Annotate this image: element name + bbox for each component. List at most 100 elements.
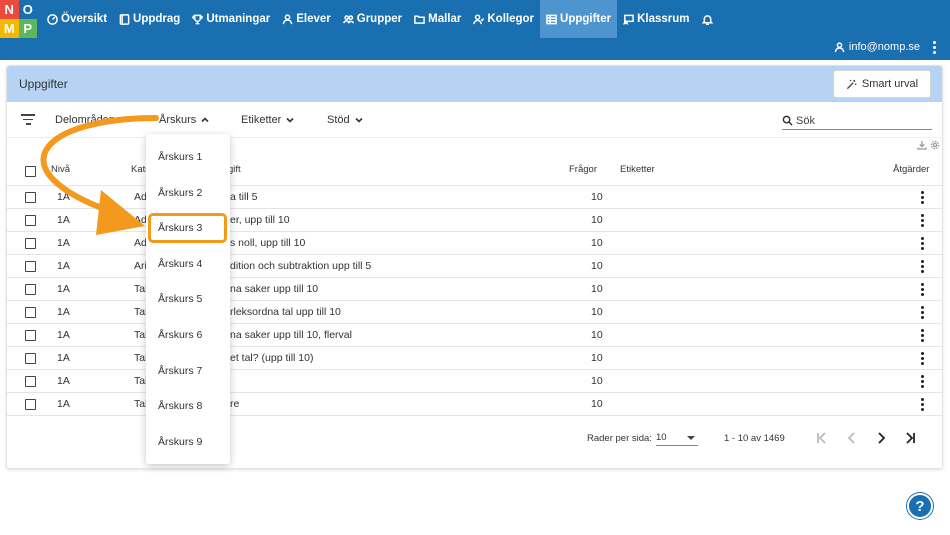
nav-uppgifter[interactable]: Uppgifter bbox=[540, 0, 618, 38]
cell-category: Ari bbox=[134, 260, 147, 272]
download-icon[interactable] bbox=[917, 140, 927, 150]
settings-icon[interactable] bbox=[930, 140, 940, 150]
filter-label: Delområden bbox=[55, 114, 115, 126]
cell-level: 1A bbox=[57, 237, 70, 249]
cell-level: 1A bbox=[57, 306, 70, 318]
cell-questions: 10 bbox=[591, 375, 603, 387]
row-actions-kebab-icon[interactable] bbox=[920, 352, 924, 366]
row-actions-kebab-icon[interactable] bbox=[920, 237, 924, 251]
top-navigation: N O M P Översikt Uppdrag Utmaningar Elev… bbox=[0, 0, 950, 38]
cell-task[interactable]: na saker upp till 10, flerval bbox=[230, 329, 352, 341]
select-all-checkbox[interactable] bbox=[25, 166, 36, 177]
nomp-logo[interactable]: N O M P bbox=[0, 0, 37, 38]
card-header: Uppgifter Smart urval bbox=[7, 66, 942, 102]
nav-oversikt[interactable]: Översikt bbox=[41, 0, 113, 38]
smart-selection-label: Smart urval bbox=[861, 78, 919, 90]
chevron-right-icon bbox=[878, 432, 886, 444]
dropdown-option[interactable]: Årskurs 1 bbox=[146, 142, 230, 172]
nav-elever[interactable]: Elever bbox=[276, 0, 337, 38]
cell-level: 1A bbox=[57, 352, 70, 364]
cell-task[interactable]: s noll, upp till 10 bbox=[230, 237, 305, 249]
row-checkbox[interactable] bbox=[25, 238, 36, 249]
row-checkbox[interactable] bbox=[25, 353, 36, 364]
classroom-icon bbox=[623, 14, 634, 25]
logo-letter-o: O bbox=[18, 0, 37, 19]
previous-page-button[interactable] bbox=[844, 430, 860, 446]
help-button[interactable]: ? bbox=[907, 493, 933, 519]
first-page-button[interactable] bbox=[814, 430, 830, 446]
filter-arskurs[interactable]: Årskurs bbox=[159, 114, 210, 126]
chevron-down-icon bbox=[286, 117, 294, 123]
cell-questions: 10 bbox=[591, 329, 603, 341]
filter-delomraden[interactable]: Delområden bbox=[55, 114, 129, 126]
row-checkbox[interactable] bbox=[25, 261, 36, 272]
cell-level: 1A bbox=[57, 398, 70, 410]
dropdown-option[interactable]: Årskurs 9 bbox=[146, 427, 230, 457]
dropdown-option[interactable]: Årskurs 5 bbox=[146, 284, 230, 314]
filter-label: Årskurs bbox=[159, 114, 197, 126]
row-actions-kebab-icon[interactable] bbox=[920, 214, 924, 228]
people-icon bbox=[342, 14, 354, 24]
cell-task[interactable]: na saker upp till 10 bbox=[230, 283, 318, 295]
row-checkbox[interactable] bbox=[25, 399, 36, 410]
cell-task[interactable]: dition och subtraktion upp till 5 bbox=[230, 260, 371, 272]
row-actions-kebab-icon[interactable] bbox=[920, 260, 924, 274]
magic-wand-icon bbox=[846, 79, 857, 89]
dropdown-option[interactable]: Årskurs 7 bbox=[146, 356, 230, 386]
row-checkbox[interactable] bbox=[25, 330, 36, 341]
row-checkbox[interactable] bbox=[25, 192, 36, 203]
nav-label: Klassrum bbox=[637, 13, 690, 25]
user-menu-kebab-icon[interactable] bbox=[930, 40, 938, 56]
header-level[interactable]: Nivå bbox=[51, 164, 70, 175]
cell-task[interactable]: re bbox=[230, 398, 239, 410]
nav-mallar[interactable]: Mallar bbox=[408, 0, 467, 38]
row-actions-kebab-icon[interactable] bbox=[920, 375, 924, 389]
row-actions-kebab-icon[interactable] bbox=[920, 398, 924, 412]
cell-task[interactable]: er, upp till 10 bbox=[230, 214, 290, 226]
header-questions[interactable]: Frågor bbox=[569, 164, 597, 175]
filter-etiketter[interactable]: Etiketter bbox=[241, 114, 295, 126]
nav-utmaningar[interactable]: Utmaningar bbox=[186, 0, 276, 38]
first-page-icon bbox=[817, 432, 826, 444]
nav-kollegor[interactable]: Kollegor bbox=[467, 0, 540, 38]
filter-lines-icon[interactable] bbox=[21, 114, 35, 126]
trophy-icon bbox=[192, 14, 204, 24]
next-page-button[interactable] bbox=[873, 430, 889, 446]
cell-questions: 10 bbox=[591, 398, 603, 410]
nav-uppdrag[interactable]: Uppdrag bbox=[113, 0, 186, 38]
nav-grupper[interactable]: Grupper bbox=[337, 0, 408, 38]
dropdown-option[interactable]: Årskurs 2 bbox=[146, 178, 230, 208]
cell-task[interactable]: rleksordna tal upp till 10 bbox=[230, 306, 341, 318]
cell-category: Ad bbox=[134, 214, 147, 226]
cell-questions: 10 bbox=[591, 352, 603, 364]
dropdown-option[interactable]: Årskurs 8 bbox=[146, 391, 230, 421]
nav-notifications[interactable] bbox=[696, 0, 719, 38]
nav-label: Uppdrag bbox=[133, 13, 181, 25]
search-input[interactable] bbox=[796, 114, 926, 127]
row-actions-kebab-icon[interactable] bbox=[920, 191, 924, 205]
rows-per-page-value: 10 bbox=[656, 432, 667, 443]
row-checkbox[interactable] bbox=[25, 215, 36, 226]
row-actions-kebab-icon[interactable] bbox=[920, 306, 924, 320]
smart-selection-button[interactable]: Smart urval bbox=[833, 70, 931, 98]
rows-per-page-select[interactable]: 10 bbox=[656, 432, 698, 446]
cell-task[interactable]: et tal? (upp till 10) bbox=[230, 352, 313, 364]
grid-icon bbox=[546, 14, 557, 24]
filter-stod[interactable]: Stöd bbox=[327, 114, 364, 126]
help-icon: ? bbox=[915, 497, 925, 515]
row-actions-kebab-icon[interactable] bbox=[920, 329, 924, 343]
row-checkbox[interactable] bbox=[25, 376, 36, 387]
user-account[interactable]: info@nomp.se bbox=[834, 41, 920, 53]
last-page-button[interactable] bbox=[902, 430, 918, 446]
dropdown-option[interactable]: Årskurs 4 bbox=[146, 249, 230, 279]
cell-level: 1A bbox=[57, 283, 70, 295]
cell-task[interactable]: a till 5 bbox=[230, 191, 257, 203]
nav-label: Översikt bbox=[61, 13, 108, 25]
nav-klassrum[interactable]: Klassrum bbox=[617, 0, 695, 38]
row-checkbox[interactable] bbox=[25, 284, 36, 295]
person-icon bbox=[282, 13, 293, 24]
dropdown-option[interactable]: Årskurs 6 bbox=[146, 320, 230, 350]
row-actions-kebab-icon[interactable] bbox=[920, 283, 924, 297]
last-page-icon bbox=[906, 432, 915, 444]
row-checkbox[interactable] bbox=[25, 307, 36, 318]
